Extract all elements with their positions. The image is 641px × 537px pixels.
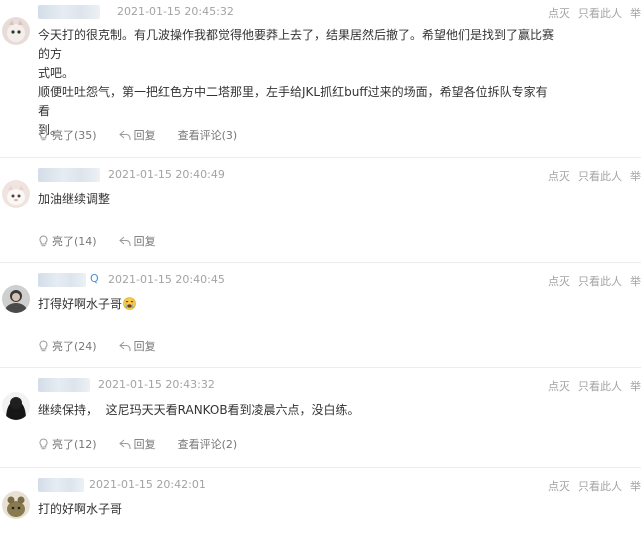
comment-footer: 亮了(35) 回复 查看评论(3) xyxy=(38,127,259,143)
dim-button[interactable]: 点灭 xyxy=(548,480,570,493)
lightbulb-icon xyxy=(39,340,48,352)
reply-label: 回复 xyxy=(133,235,156,248)
avatar[interactable] xyxy=(2,491,30,519)
comment-actions: 点灭 只看此人举 xyxy=(540,378,641,394)
reply-button[interactable]: 回复 xyxy=(118,127,156,143)
reply-button[interactable]: 回复 xyxy=(118,436,156,452)
comment-footer: 亮了(12) 回复 查看评论(2) xyxy=(38,436,259,452)
comment-actions: 点灭 只看此人举 xyxy=(540,273,641,289)
comment-text: 打得好啊水子哥 xyxy=(38,295,558,314)
username-blurred[interactable] xyxy=(38,5,100,19)
reply-button[interactable]: 回复 xyxy=(118,233,156,249)
lightbulb-icon xyxy=(39,438,48,450)
only-this-user-button[interactable]: 只看此人 xyxy=(578,170,622,183)
reply-label: 回复 xyxy=(133,340,156,353)
dim-button[interactable]: 点灭 xyxy=(548,7,570,20)
comment-time: 2021-01-15 20:42:01 xyxy=(89,478,206,491)
like-button[interactable]: 亮了(14) xyxy=(38,233,97,249)
comment-footer: 亮了(24) 回复 xyxy=(38,338,178,354)
reply-button[interactable]: 回复 xyxy=(118,338,156,354)
view-replies-link[interactable]: 查看评论(2) xyxy=(178,436,238,452)
username-blurred[interactable] xyxy=(38,273,86,287)
like-count: 亮了(35) xyxy=(52,129,97,142)
comment-text: 打的好啊水子哥 xyxy=(38,500,558,519)
dim-button[interactable]: 点灭 xyxy=(548,275,570,288)
comment-time: 2021-01-15 20:40:45 xyxy=(108,273,225,286)
comment-line: 加油继续调整 xyxy=(38,192,111,206)
like-count: 亮了(14) xyxy=(52,235,97,248)
divider xyxy=(0,157,641,158)
comment-line: 式吧。 xyxy=(38,66,75,80)
dim-button[interactable]: 点灭 xyxy=(548,170,570,183)
comment-line: 今天打的很克制。有几波操作我都觉得他要莽上去了，结果居然后撤了。希望他们是找到了… xyxy=(38,28,555,61)
lightbulb-icon xyxy=(39,129,48,141)
comment-line: 继续保持， 这尼玛天天看RANKOB看到凌晨六点，没白练。 xyxy=(38,403,360,417)
comment-actions: 点灭 只看此人举 xyxy=(540,5,641,21)
comment-text: 加油继续调整 xyxy=(38,190,558,209)
report-button[interactable]: 举 xyxy=(630,380,641,393)
like-button[interactable]: 亮了(35) xyxy=(38,127,97,143)
only-this-user-button[interactable]: 只看此人 xyxy=(578,380,622,393)
view-replies-link[interactable]: 查看评论(3) xyxy=(178,127,238,143)
comment-text: 今天打的很克制。有几波操作我都觉得他要莽上去了，结果居然后撤了。希望他们是找到了… xyxy=(38,26,558,140)
lightbulb-icon xyxy=(39,235,48,247)
reply-label: 回复 xyxy=(133,129,156,142)
reply-icon xyxy=(118,236,131,246)
username-blurred[interactable] xyxy=(38,168,100,182)
crying-face-emoji xyxy=(123,297,136,310)
comment-time: 2021-01-15 20:40:49 xyxy=(108,168,225,181)
comment-line: 顺便吐吐怨气，第一把红色方中二塔那里，左手给JKL抓红buff过来的场面，希望各… xyxy=(38,85,548,118)
view-replies-label: 查看评论(2) xyxy=(177,438,238,451)
only-this-user-button[interactable]: 只看此人 xyxy=(578,480,622,493)
like-button[interactable]: 亮了(12) xyxy=(38,436,97,452)
like-count: 亮了(12) xyxy=(52,438,97,451)
reply-label: 回复 xyxy=(133,438,156,451)
report-button[interactable]: 举 xyxy=(630,480,641,493)
reply-icon xyxy=(118,341,131,351)
divider xyxy=(0,262,641,263)
report-button[interactable]: 举 xyxy=(630,170,641,183)
divider xyxy=(0,367,641,368)
verify-badge: Q xyxy=(90,272,99,285)
reply-icon xyxy=(118,439,131,449)
comment-actions: 点灭 只看此人举 xyxy=(540,168,641,184)
avatar[interactable] xyxy=(2,285,30,313)
comment-time: 2021-01-15 20:43:32 xyxy=(98,378,215,391)
like-count: 亮了(24) xyxy=(52,340,97,353)
like-button[interactable]: 亮了(24) xyxy=(38,338,97,354)
only-this-user-button[interactable]: 只看此人 xyxy=(578,7,622,20)
comment-text: 继续保持， 这尼玛天天看RANKOB看到凌晨六点，没白练。 xyxy=(38,401,558,420)
only-this-user-button[interactable]: 只看此人 xyxy=(578,275,622,288)
avatar[interactable] xyxy=(2,392,30,420)
comment-footer: 亮了(14) 回复 xyxy=(38,233,178,249)
dim-button[interactable]: 点灭 xyxy=(548,380,570,393)
username-blurred[interactable] xyxy=(38,478,84,492)
reply-icon xyxy=(118,130,131,140)
divider xyxy=(0,467,641,468)
comment-line: 打得好啊水子哥 xyxy=(38,297,123,311)
comment-line: 打的好啊水子哥 xyxy=(38,502,123,516)
avatar[interactable] xyxy=(2,17,30,45)
username-blurred[interactable] xyxy=(38,378,90,392)
report-button[interactable]: 举 xyxy=(630,7,641,20)
comment-actions: 点灭 只看此人举 xyxy=(540,478,641,494)
comment-time: 2021-01-15 20:45:32 xyxy=(117,5,234,18)
avatar[interactable] xyxy=(2,180,30,208)
view-replies-label: 查看评论(3) xyxy=(177,129,238,142)
report-button[interactable]: 举 xyxy=(630,275,641,288)
